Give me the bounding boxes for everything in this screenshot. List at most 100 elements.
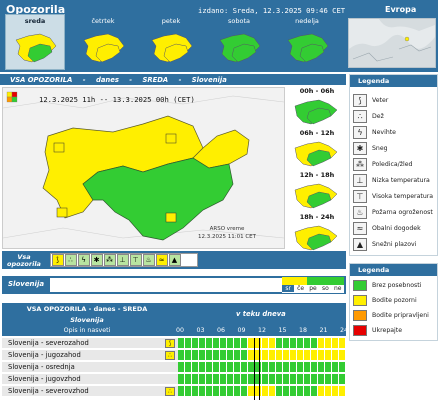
hourly-cell (220, 338, 227, 348)
week-day-label[interactable]: če (294, 285, 306, 292)
europe-link[interactable]: Evropa (385, 5, 416, 14)
legend-item: ϟ Nevihte (353, 126, 437, 140)
low-temperature-icon[interactable]: ⊥ (116, 254, 129, 266)
wind-icon[interactable]: ⟆ (165, 339, 175, 348)
hourly-cell (297, 386, 304, 396)
hourly-cell (220, 386, 227, 396)
day-tab-četrtek[interactable]: četrtek (73, 14, 133, 70)
warning-type-row: Vsa opozorila ⟆ ∴ ϟ ✱ ⁂ ⊥ ⊤ ♨ ≈ ▲ (2, 251, 346, 269)
europe-map-thumbnail[interactable] (348, 18, 436, 68)
time-thumbnail[interactable]: 12h - 18h (288, 171, 346, 211)
rain-icon[interactable]: ∴ (165, 387, 175, 396)
avalanche-icon[interactable]: ▲ (168, 254, 181, 266)
legend-warning-types: Legenda ⟆ Veter ∴ Dež ϟ Nevihte ✱ Sneg ⁂ Poledica… (349, 74, 438, 256)
hourly-cell (234, 374, 241, 384)
day-tab-label: nedelja (295, 17, 319, 25)
hourly-cell (276, 350, 283, 360)
hourly-cell (318, 350, 325, 360)
warning-map[interactable]: 12.3.2025 11h -- 13.3.2025 00h (CET) ARS… (2, 87, 285, 249)
hourly-cell (311, 386, 318, 396)
table-row[interactable]: Slovenija - osrednja (2, 361, 346, 372)
warning-type-label-line2: opozorila (7, 260, 41, 268)
hourly-cell (339, 350, 346, 360)
hourly-cells (178, 374, 346, 384)
wind-icon[interactable]: ⟆ (51, 254, 64, 266)
hourly-cell (206, 386, 213, 396)
hour-label: 21 (319, 327, 328, 334)
day-tab-sreda[interactable]: sreda (5, 14, 65, 70)
ice-icon[interactable]: ⁂ (103, 254, 116, 266)
hourly-cell (290, 362, 297, 372)
hourly-cell (325, 386, 332, 396)
time-thumbnail-label: 12h - 18h (299, 171, 335, 179)
legend-item: ▲ Snežni plazovi (353, 238, 437, 252)
hourly-cell (185, 362, 192, 372)
week-day-label[interactable]: pe (307, 285, 319, 292)
hourly-cell (262, 338, 269, 348)
week-day-label[interactable]: so (319, 285, 331, 292)
hourly-cell (290, 386, 297, 396)
time-thumbnail[interactable]: 00h - 06h (288, 87, 346, 127)
fire-icon: ♨ (353, 206, 367, 219)
table-row[interactable]: Slovenija - severozahod ⟆ (2, 337, 346, 348)
day-tab-petek[interactable]: petek (141, 14, 201, 70)
table-row[interactable]: Slovenija - severovzhod ∴ (2, 385, 346, 396)
legend-levels: Legenda Brez posebnosti Bodite pozorni Bod… (349, 263, 438, 341)
hourly-cell (318, 386, 325, 396)
fire-icon[interactable]: ♨ (142, 254, 155, 266)
hourly-cell (311, 362, 318, 372)
rain-icon[interactable]: ∴ (64, 254, 77, 266)
hourly-cell (269, 350, 276, 360)
day-tab-nedelja[interactable]: nedelja (277, 14, 337, 70)
hourly-cell (332, 374, 339, 384)
day-tab-sobota[interactable]: sobota (209, 14, 269, 70)
avalanche-icon: ▲ (353, 238, 367, 251)
coastal-event-icon[interactable]: ≈ (155, 254, 168, 266)
hourly-cell (325, 362, 332, 372)
hour-label: 15 (278, 327, 287, 334)
header-bar: Opozorila izdano: Sreda, 12.3.2025 09:46… (0, 0, 438, 72)
time-thumbnail[interactable]: 06h - 12h (288, 129, 346, 169)
hourly-cell (213, 374, 220, 384)
hourly-cell (234, 362, 241, 372)
hour-label: 12 (257, 327, 267, 334)
hourly-cell (199, 362, 206, 372)
hourly-cell (241, 386, 248, 396)
snow-icon[interactable]: ✱ (90, 254, 103, 266)
week-overview[interactable]: sr če pe so ne (282, 277, 344, 293)
hourly-cell (276, 374, 283, 384)
day-tab-label: sobota (228, 17, 250, 25)
hourly-cell (185, 338, 192, 348)
hourly-cell (269, 362, 276, 372)
legend-item-label: Obalni dogodek (372, 225, 421, 232)
separator: - (178, 76, 182, 84)
hourly-cell (178, 386, 185, 396)
legend-item-label: Veter (372, 97, 389, 104)
hourly-cell (318, 362, 325, 372)
high-temperature-icon[interactable]: ⊤ (129, 254, 142, 266)
all-warnings-bar: VSA OPOZORILA - danes - SREDA - Slovenij… (0, 74, 346, 85)
hourly-cells (178, 362, 346, 372)
week-level-cell (294, 277, 307, 285)
week-day-label[interactable]: ne (332, 285, 344, 292)
hourly-cell (332, 386, 339, 396)
hourly-cell (283, 386, 290, 396)
hourly-cell (185, 386, 192, 396)
hourly-cell (269, 386, 276, 396)
rain-icon[interactable]: ∴ (165, 351, 175, 360)
table-row[interactable]: Slovenija - jugozahod ∴ (2, 349, 346, 360)
thunderstorm-icon[interactable]: ϟ (77, 254, 90, 266)
slovenija-blank (50, 278, 282, 292)
legend-title: Legenda (350, 75, 437, 87)
week-day-label[interactable]: sr (282, 285, 295, 292)
level-legend-item: Ukrepajte (353, 324, 437, 338)
hourly-cell (241, 338, 248, 348)
legend-levels-title: Legenda (350, 264, 437, 276)
current-time-line (259, 338, 260, 400)
time-thumbnail[interactable]: 18h - 24h (288, 213, 346, 253)
hourly-cell (185, 350, 192, 360)
hourly-cell (332, 338, 339, 348)
day-tab-label: sreda (24, 17, 46, 25)
table-row[interactable]: Slovenija - jugovzhod (2, 373, 346, 384)
hourly-cell (304, 362, 311, 372)
